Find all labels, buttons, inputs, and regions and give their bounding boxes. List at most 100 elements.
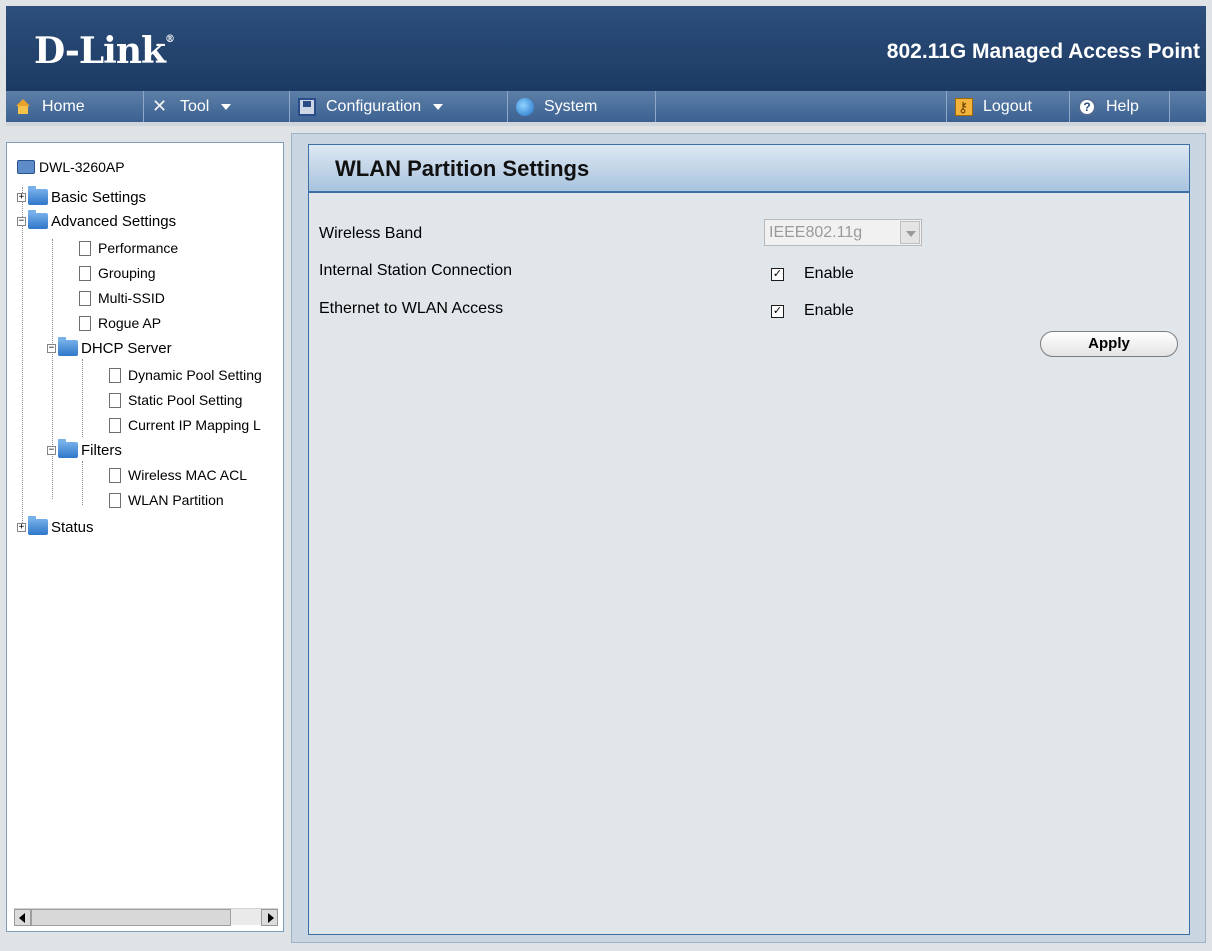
tree-root-device[interactable]: DWL-3260AP <box>17 155 125 179</box>
tree-item-rogue-ap[interactable]: Rogue AP <box>79 311 161 335</box>
ethernet-wlan-enable[interactable]: ✓ Enable <box>771 302 854 320</box>
globe-icon <box>516 97 534 116</box>
ethernet-wlan-checkbox[interactable]: ✓ <box>771 304 784 318</box>
tree-label: Static Pool Setting <box>128 392 243 408</box>
wireless-band-label: Wireless Band <box>319 225 423 242</box>
tree-label: Current IP Mapping L <box>128 417 261 433</box>
collapse-icon[interactable]: − <box>47 343 56 353</box>
horizontal-scrollbar[interactable] <box>14 908 278 926</box>
settings-panel: WLAN Partition Settings Wireless Band IE… <box>308 144 1190 935</box>
tool-icon <box>152 91 170 122</box>
help-icon: ? <box>1078 97 1096 116</box>
nav-logout-label: Logout <box>983 98 1032 115</box>
wireless-band-value: IEEE802.11g <box>769 224 863 241</box>
scroll-left-button[interactable] <box>14 909 31 926</box>
ethernet-wlan-label: Ethernet to WLAN Access <box>319 300 504 317</box>
header-banner: D-Link® 802.11G Managed Access Point <box>6 6 1206 91</box>
tree-label: Basic Settings <box>51 188 147 206</box>
tree-item-grouping[interactable]: Grouping <box>79 261 156 285</box>
product-title: 802.11G Managed Access Point <box>886 40 1200 63</box>
tree-label: Filters <box>81 441 122 459</box>
expand-icon[interactable]: + <box>17 522 26 532</box>
page-icon <box>79 240 91 256</box>
nav-help[interactable]: ? Help <box>1070 91 1170 122</box>
nav-home[interactable]: Home <box>6 91 144 122</box>
tree-connector <box>82 359 83 437</box>
tree-item-wlan-partition[interactable]: WLAN Partition <box>109 488 224 512</box>
arrow-right-icon <box>268 913 274 923</box>
tree-label: DHCP Server <box>81 339 172 357</box>
collapse-icon[interactable]: − <box>47 445 56 455</box>
tree-item-status[interactable]: + Status <box>17 515 94 539</box>
navigation-tree: DWL-3260AP + Basic Settings − Advanced S… <box>6 142 284 932</box>
access-point-icon <box>17 160 35 174</box>
open-folder-icon <box>58 439 78 458</box>
folder-icon <box>28 186 48 205</box>
open-folder-icon <box>58 337 78 356</box>
internal-station-checkbox[interactable]: ✓ <box>771 267 784 281</box>
tree-item-dhcp-server[interactable]: − DHCP Server <box>47 336 172 360</box>
page-icon <box>79 290 91 306</box>
tree-item-filters[interactable]: − Filters <box>47 438 122 462</box>
nav-tool-label: Tool <box>180 98 210 115</box>
page-icon <box>109 367 121 383</box>
page-icon <box>109 492 121 508</box>
tree-label: WLAN Partition <box>128 492 224 508</box>
nav-system-label: System <box>544 98 598 115</box>
tree-connector <box>82 461 83 505</box>
nav-logout[interactable]: Logout <box>946 91 1070 123</box>
page-icon <box>109 467 121 483</box>
tree-item-multi-ssid[interactable]: Multi-SSID <box>79 286 165 310</box>
internal-station-label: Internal Station Connection <box>319 262 513 279</box>
tree-item-advanced-settings[interactable]: − Advanced Settings <box>17 209 176 233</box>
open-folder-icon <box>28 210 48 229</box>
nav-system[interactable]: System <box>508 91 656 122</box>
tree-label: DWL-3260AP <box>39 159 125 175</box>
nav-configuration[interactable]: Configuration <box>290 91 508 122</box>
tree-item-current-ip-mapping[interactable]: Current IP Mapping L <box>109 413 261 437</box>
page-icon <box>79 315 91 331</box>
page-icon <box>109 392 121 408</box>
tree-label: Dynamic Pool Setting <box>128 367 262 383</box>
dlink-logo: D-Link® <box>34 30 175 72</box>
tree-label: Advanced Settings <box>51 212 177 230</box>
tree-item-performance[interactable]: Performance <box>79 236 178 260</box>
nav-tool[interactable]: Tool <box>144 91 290 122</box>
tree-label: Grouping <box>98 265 156 281</box>
logo-text: D-Link <box>34 30 166 72</box>
tree-item-basic-settings[interactable]: + Basic Settings <box>17 185 146 209</box>
chevron-down-icon <box>433 103 444 110</box>
scroll-thumb[interactable] <box>31 909 231 926</box>
nav-home-label: Home <box>42 98 85 115</box>
expand-icon[interactable]: + <box>17 192 26 202</box>
chevron-down-icon <box>221 103 232 110</box>
enable-label: Enable <box>804 302 854 319</box>
internal-station-enable[interactable]: ✓ Enable <box>771 265 854 283</box>
collapse-icon[interactable]: − <box>17 216 26 226</box>
page-icon <box>79 265 91 281</box>
page-icon <box>109 417 121 433</box>
enable-label: Enable <box>804 265 854 282</box>
registered-mark: ® <box>164 34 175 45</box>
home-icon <box>14 98 32 116</box>
tree-label: Rogue AP <box>98 315 162 331</box>
tree-item-wireless-mac-acl[interactable]: Wireless MAC ACL <box>109 463 247 487</box>
content-frame: WLAN Partition Settings Wireless Band IE… <box>291 133 1206 943</box>
tree-item-static-pool[interactable]: Static Pool Setting <box>109 388 242 412</box>
apply-button[interactable]: Apply <box>1040 331 1178 357</box>
scroll-right-button[interactable] <box>261 909 278 926</box>
tree-label: Status <box>51 518 94 536</box>
top-nav-bar: Home Tool Configuration System Logout ? … <box>6 91 1206 126</box>
wireless-band-select[interactable]: IEEE802.11g <box>764 219 922 246</box>
tree-item-dynamic-pool[interactable]: Dynamic Pool Setting <box>109 363 262 387</box>
page-title: WLAN Partition Settings <box>309 145 1189 193</box>
nav-help-label: Help <box>1106 98 1139 115</box>
tree-label: Wireless MAC ACL <box>128 467 248 483</box>
key-icon <box>955 92 973 123</box>
arrow-left-icon <box>19 913 25 923</box>
nav-configuration-label: Configuration <box>326 98 422 115</box>
tree-connector <box>22 187 23 527</box>
folder-icon <box>28 516 48 535</box>
tree-label: Performance <box>98 240 179 256</box>
disk-icon <box>298 97 316 116</box>
